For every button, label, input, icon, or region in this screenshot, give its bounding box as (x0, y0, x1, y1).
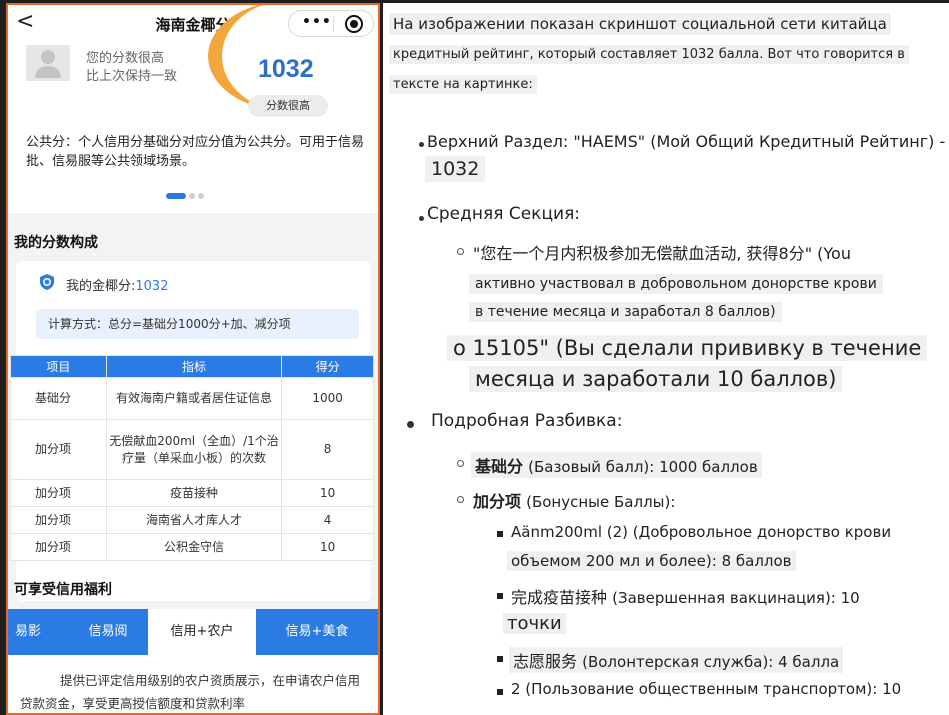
table-cell: 10 (281, 533, 374, 561)
table-row: 加分项 疫苗接种 10 (10, 479, 374, 507)
middle-item-line: о 15105" (Вы сделали прививку в течение (447, 335, 928, 361)
score-value: 1032 (258, 55, 314, 83)
base-score-line: 基础分 (Базовый балл): 1000 баллов (471, 452, 762, 478)
bonus-item-line: объемом 200 мл и более): 8 баллов (507, 551, 796, 571)
table-cell: 1000 (281, 377, 374, 420)
table-row: 加分项 无偿献血200ml（全血）/1个治疗量（单采血小板）的次数 8 (10, 419, 374, 480)
my-score-number: 1032 (135, 279, 169, 294)
sub-bullet-icon (457, 460, 464, 467)
table-cell: 加分项 (10, 479, 107, 507)
middle-item-line: месяца и заработали 10 баллов) (469, 366, 843, 392)
carousel-pager[interactable] (166, 185, 207, 204)
bonus-item-line: точки (503, 613, 566, 634)
sub-sub-bullet-icon (497, 531, 503, 537)
phone-screenshot: < 海南金椰分 ••• 您的分数很高 比上次保持一致 1032 分数很高 公共分… (6, 3, 380, 715)
translation-notes-panel: На изображении показан скриншот социальн… (383, 3, 949, 715)
avatar-body-shape (35, 66, 61, 78)
public-score-description: 公共分：个人信用分基础分对应分值为公共分。可用于信易批、信易服等公共领域场景。 (26, 135, 365, 169)
sub-sub-bullet-icon (497, 593, 503, 599)
intro-line: На изображении показан скриншот социальн… (389, 13, 891, 35)
vaccination-cn: 完成疫苗接种 (511, 588, 608, 607)
table-row: 加分项 公积金守信 10 (10, 533, 374, 561)
base-score-cn: 基础分 (475, 457, 524, 476)
score-breakdown-table: 项目 指标 得分 基础分 有效海南户籍或者居住证信息 1000 加分项 无偿献血… (10, 355, 374, 561)
tab-credit-food[interactable]: 信易+美食 (256, 609, 378, 655)
tab-xinyiyue[interactable]: 信易阅 (68, 609, 148, 655)
table-cell: 加分项 (10, 533, 107, 561)
table-cell: 无偿献血200ml（全血）/1个治疗量（单采血小板）的次数 (105, 419, 283, 480)
table-cell: 海南省人才库人才 (105, 506, 283, 534)
tab-yiying[interactable]: 易影 (8, 609, 48, 655)
breakdown-title: Подробная Разбивка: (431, 411, 623, 431)
table-cell: 加分项 (10, 506, 107, 534)
pager-dot[interactable] (189, 192, 195, 199)
table-cell: 基础分 (10, 377, 107, 420)
middle-item-line: активно участвовал в добровольном донорс… (469, 274, 883, 294)
column-header: 指标 (105, 355, 283, 378)
table-row: 基础分 有效海南户籍或者居住证信息 1000 (10, 377, 374, 420)
table-cell: 有效海南户籍或者居住证信息 (105, 377, 283, 420)
volunteer-cn: 志愿服务 (513, 652, 578, 671)
middle-item-line: в течение месяца и заработал 8 баллов) (469, 302, 782, 322)
top-section-line: Верхний Раздел: "HAEMS" (Мой Общий Креди… (427, 132, 946, 151)
bonus-score-cn: 加分项 (473, 492, 522, 511)
avatar (26, 45, 70, 81)
top-section-score: 1032 (425, 156, 486, 182)
table-cell: 加分项 (10, 419, 107, 480)
bullet-icon (407, 421, 414, 428)
middle-item-line: "您在一个月内积极参加无偿献血活动, 获得8分" (You (473, 244, 851, 263)
intro-line: кредитный рейтинг, который составляет 10… (389, 45, 909, 64)
sub-bullet-icon (457, 248, 464, 255)
benefit-tab-bar: 易影 信易阅 信用+农户 信易+美食 (8, 609, 378, 655)
pager-dot[interactable] (198, 192, 204, 199)
my-score-label: 我的金椰分: (66, 279, 136, 294)
table-cell: 8 (281, 419, 374, 480)
benefits-section-title: 可享受信用福利 (14, 582, 112, 598)
table-cell: 疫苗接种 (105, 479, 283, 507)
bullet-icon (419, 142, 424, 147)
bonus-item-line: 2 (Пользование общественным транспортом)… (511, 680, 902, 698)
score-level-badge: 分数很高 (248, 95, 328, 117)
my-score-line: 我的金椰分:1032 (66, 275, 168, 294)
score-status-text: 您的分数很高 (86, 51, 165, 66)
sub-bullet-icon (457, 496, 464, 503)
sub-sub-bullet-icon (497, 656, 503, 662)
vaccination-ru: (Завершенная вакцинация): 10 (612, 589, 860, 607)
bonus-item-line: Aänm200ml (2) (Добровольное донорство кр… (511, 523, 892, 541)
middle-section-title: Средняя Секция: (427, 204, 581, 224)
bonus-score-ru: (Бонусные Баллы): (526, 493, 676, 511)
bonus-score-line: 加分项 (Бонусные Баллы): (473, 488, 675, 512)
calculation-method: 计算方式：总分=基础分1000分+加、减分项 (36, 309, 359, 339)
table-row: 加分项 海南省人才库人才 4 (10, 506, 374, 534)
benefit-description: 提供已评定信用级别的农户资质展示，在申请农户信用贷款资金，享受更高授信额度和贷款… (8, 655, 378, 713)
shield-badge-icon (40, 274, 54, 290)
intro-line: тексте на картинке: (389, 75, 537, 94)
column-header: 得分 (281, 355, 374, 378)
pager-dot-active[interactable] (166, 192, 186, 199)
score-summary-card: 您的分数很高 比上次保持一致 1032 分数很高 公共分：个人信用分基础分对应分… (8, 5, 378, 213)
table-header-row: 项目 指标 得分 (10, 355, 374, 378)
bonus-item-line: 志愿服务 (Волонтерская служба): 4 балла (509, 647, 844, 673)
table-cell: 公积金守信 (105, 533, 283, 561)
bullet-icon (419, 216, 424, 221)
table-cell: 10 (281, 479, 374, 507)
bonus-item-line: 完成疫苗接种 (Завершенная вакцинация): 10 (511, 584, 860, 608)
avatar-head-shape (41, 50, 55, 64)
table-cell: 4 (281, 506, 374, 534)
base-score-ru: (Базовый балл): 1000 баллов (528, 458, 758, 476)
sub-sub-bullet-icon (497, 689, 503, 695)
score-compare-text: 比上次保持一致 (86, 69, 178, 84)
screenshot-stage: < 海南金椰分 ••• 您的分数很高 比上次保持一致 1032 分数很高 公共分… (0, 0, 949, 715)
column-header: 项目 (10, 355, 107, 378)
composition-section-title: 我的分数构成 (14, 235, 98, 251)
volunteer-ru: (Волонтерская служба): 4 балла (582, 653, 840, 671)
tab-credit-farmer[interactable]: 信用+农户 (148, 609, 256, 655)
